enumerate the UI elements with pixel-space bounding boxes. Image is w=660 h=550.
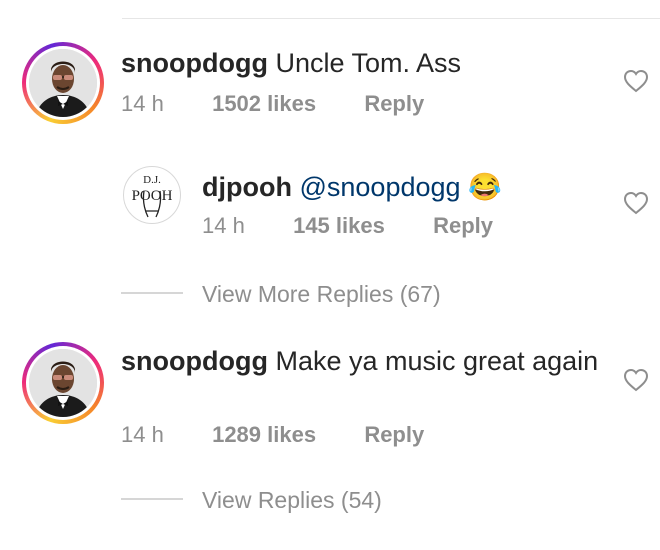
avatar-snoopdogg[interactable] [22,342,104,424]
avatar-photo [29,349,97,417]
view-more-replies-link[interactable]: View More Replies (67) [202,280,441,308]
comment-1-time: 14 h [121,91,164,116]
top-divider [122,18,660,19]
svg-text:POOH: POOH [132,188,173,204]
comment-2-username[interactable]: snoopdogg [121,346,268,376]
svg-text:D.J.: D.J. [143,174,161,186]
reply-1-body: djpooh @snoopdogg 😂 [202,170,502,204]
heart-icon[interactable] [623,191,649,215]
comment-1-meta: 14 h 1502 likes Reply [121,90,424,118]
view-replies-link[interactable]: View Replies (54) [202,486,382,514]
comment-2-meta: 14 h 1289 likes Reply [121,421,424,449]
reply-1-username[interactable]: djpooh [202,172,292,202]
reply-1-mention[interactable]: @snoopdogg [299,172,460,202]
laughing-emoji-icon: 😂 [468,172,502,202]
heart-icon[interactable] [623,368,649,392]
comment-2-time: 14 h [121,422,164,447]
avatar-photo [29,49,97,117]
comment-1-likes[interactable]: 1502 likes [212,91,316,116]
heart-icon[interactable] [623,69,649,93]
comment-1-username[interactable]: snoopdogg [121,48,268,78]
comment-2-reply-button[interactable]: Reply [364,422,424,447]
comment-2-likes[interactable]: 1289 likes [212,422,316,447]
avatar-snoopdogg[interactable] [22,42,104,124]
reply-1-likes[interactable]: 145 likes [293,213,385,238]
comment-2-body: snoopdogg Make ya music great again [121,344,598,378]
view-replies-line [121,292,183,294]
reply-1-reply-button[interactable]: Reply [433,213,493,238]
view-replies-line [121,498,183,500]
reply-1-meta: 14 h 145 likes Reply [202,212,493,240]
comment-1-body: snoopdogg Uncle Tom. Ass [121,46,461,80]
comment-2-text: Make ya music great again [275,346,599,376]
comment-1-reply-button[interactable]: Reply [364,91,424,116]
reply-1-time: 14 h [202,213,245,238]
avatar-djpooh[interactable]: D.J. POOH [123,166,181,224]
djpooh-logo: D.J. POOH [132,174,173,218]
comment-1-text: Uncle Tom. Ass [275,48,462,78]
